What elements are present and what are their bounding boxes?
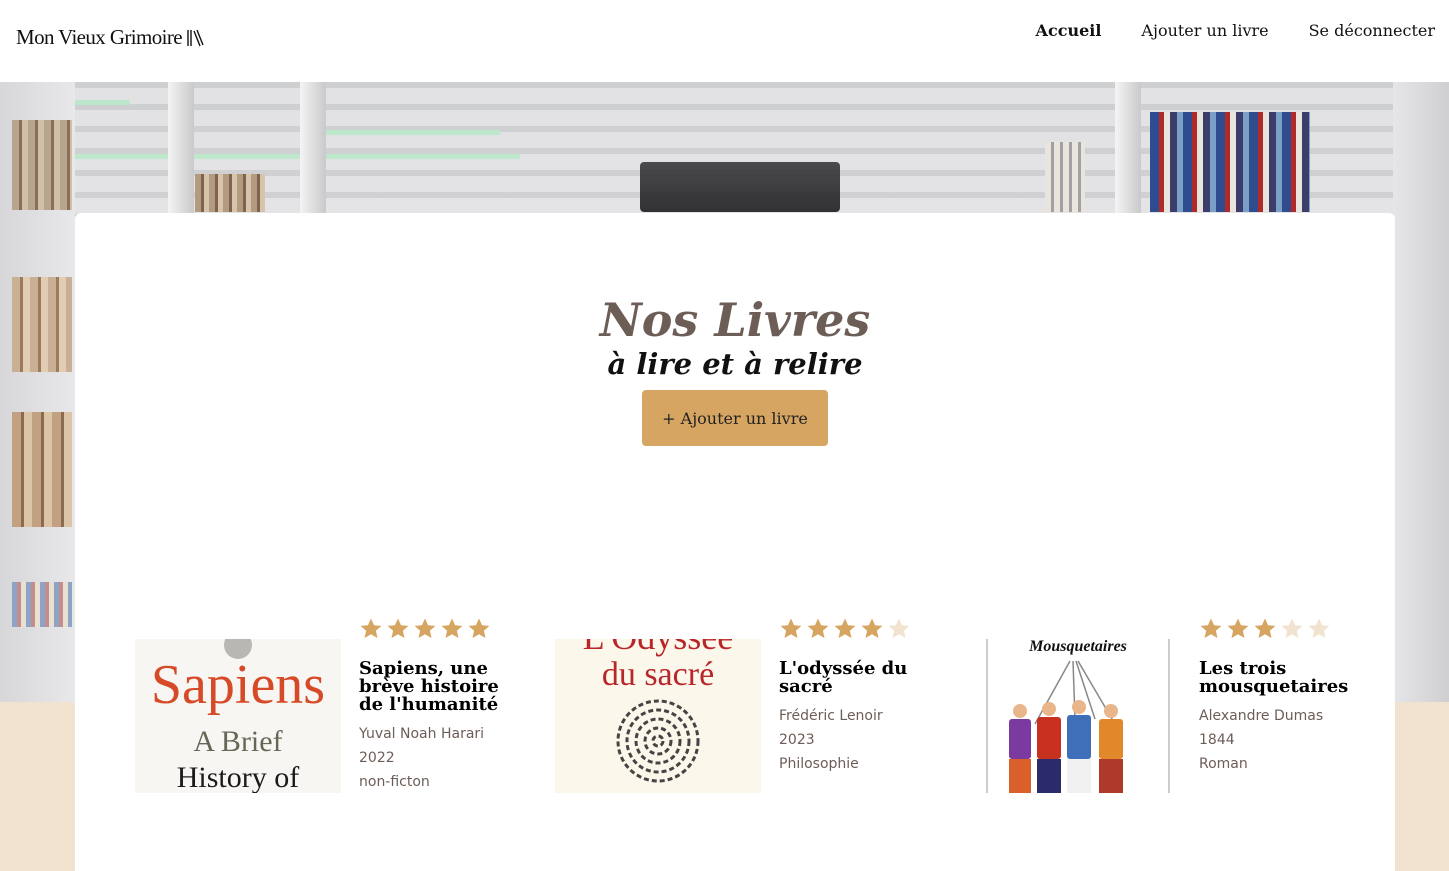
book-title[interactable]: L'odyssée du sacré (779, 660, 939, 696)
main-nav: Accueil Ajouter un livre Se déconnecter (996, 21, 1435, 40)
star-empty-icon (888, 618, 910, 638)
main-content-card: Nos Livres à lire et à relire + Ajouter … (75, 213, 1395, 871)
nav-home-link[interactable]: Accueil (1036, 21, 1102, 40)
cover-title-text: Sapiens (151, 654, 325, 716)
star-filled-icon (1227, 618, 1249, 638)
nav-logout-link[interactable]: Se déconnecter (1309, 21, 1435, 40)
star-filled-icon (414, 618, 436, 638)
star-filled-icon (468, 618, 490, 638)
page-title: Nos Livres (599, 293, 871, 347)
book-title[interactable]: Les trois mousquetaires (1199, 660, 1359, 696)
star-filled-icon (441, 618, 463, 638)
cover-title-text: L'Odyssée (583, 639, 733, 657)
books-logo-icon (187, 29, 204, 46)
book-year: 2023 (779, 732, 815, 748)
nav-add-book-link[interactable]: Ajouter un livre (1141, 21, 1268, 40)
book-title[interactable]: Sapiens, une brève histoire de l'humanit… (359, 660, 519, 714)
book-info: Sapiens, une brève histoire de l'humanit… (359, 615, 519, 794)
book-info: Les trois mousquetaires Alexandre Dumas … (1199, 615, 1359, 776)
book-cover-image: Sapiens A Brief History of (135, 639, 341, 793)
book-rating (779, 615, 939, 643)
add-book-button[interactable]: + Ajouter un livre (642, 390, 828, 446)
site-header: Mon Vieux Grimoire Accueil Ajouter un li… (0, 0, 1449, 82)
cover-title-text: du sacré (602, 656, 714, 693)
star-filled-icon (780, 618, 802, 638)
book-author: Alexandre Dumas (1199, 708, 1324, 724)
book-genre: Roman (1199, 756, 1248, 772)
book-year: 2022 (359, 750, 395, 766)
star-empty-icon (1281, 618, 1303, 638)
book-info: L'odyssée du sacré Frédéric Lenoir 2023 … (779, 615, 939, 776)
star-filled-icon (387, 618, 409, 638)
cover-subtitle-text: A Brief (193, 725, 282, 758)
logo-text: Mon Vieux Grimoire (16, 25, 183, 49)
book-author: Yuval Noah Harari (359, 726, 485, 742)
book-author: Frédéric Lenoir (779, 708, 883, 724)
star-empty-icon (1308, 618, 1330, 638)
star-filled-icon (1200, 618, 1222, 638)
book-cover-image: L'Odyssée du sacré (555, 639, 761, 793)
page-subtitle: à lire et à relire (607, 347, 863, 381)
star-filled-icon (1254, 618, 1276, 638)
book-rating (359, 615, 519, 643)
site-logo[interactable]: Mon Vieux Grimoire (16, 25, 204, 50)
book-rating (1199, 615, 1359, 643)
star-filled-icon (861, 618, 883, 638)
book-year: 1844 (1199, 732, 1235, 748)
cover-subtitle-text: History of (177, 761, 300, 793)
cover-title-text: Mousquetaires (1028, 639, 1127, 655)
star-filled-icon (360, 618, 382, 638)
star-filled-icon (834, 618, 856, 638)
star-filled-icon (807, 618, 829, 638)
book-cover-image: Mousquetaires (975, 639, 1181, 793)
book-genre: non-ficton (359, 774, 430, 790)
book-genre: Philosophie (779, 756, 859, 772)
